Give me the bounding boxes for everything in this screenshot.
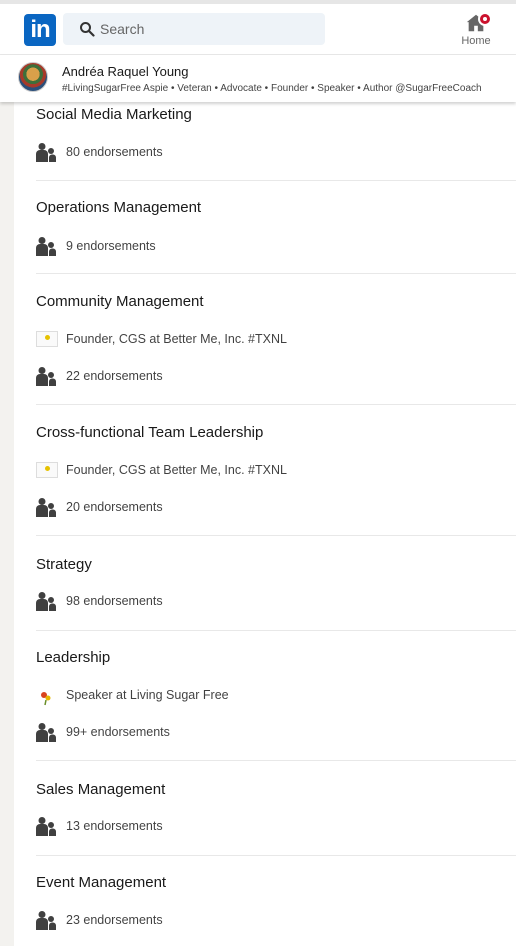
endorsement-row[interactable]: 98 endorsements xyxy=(36,591,516,613)
endorsement-count: 98 endorsements xyxy=(66,594,163,608)
search-icon xyxy=(80,22,95,37)
skill-name[interactable]: Strategy xyxy=(36,556,92,573)
divider xyxy=(36,535,516,536)
divider xyxy=(36,404,516,405)
skill-name[interactable]: Operations Management xyxy=(36,199,201,216)
people-icon xyxy=(36,723,56,742)
endorsement-row[interactable]: 20 endorsements xyxy=(36,497,516,519)
global-nav: in Search Home xyxy=(0,0,516,55)
endorsement-count: 20 endorsements xyxy=(66,500,163,514)
people-icon xyxy=(36,592,56,611)
skill-name[interactable]: Event Management xyxy=(36,874,166,891)
experience-row[interactable]: Speaker at Living Sugar Free xyxy=(36,685,516,707)
endorsement-row[interactable]: 9 endorsements xyxy=(36,236,516,258)
skill-name[interactable]: Leadership xyxy=(36,649,110,666)
skill-name[interactable]: Community Management xyxy=(36,293,204,310)
people-icon xyxy=(36,911,56,930)
avatar[interactable] xyxy=(18,62,48,92)
experience-row[interactable]: Founder, CGS at Better Me, Inc. #TXNL xyxy=(36,460,516,482)
divider xyxy=(36,760,516,761)
endorsement-row[interactable]: 80 endorsements xyxy=(36,142,516,164)
search-placeholder: Search xyxy=(100,21,145,37)
people-icon xyxy=(36,817,56,836)
divider xyxy=(36,855,516,856)
profile-name[interactable]: Andréa Raquel Young xyxy=(62,64,189,79)
endorsement-row[interactable]: 22 endorsements xyxy=(36,366,516,388)
company-logo-icon xyxy=(36,462,58,478)
endorsement-count: 23 endorsements xyxy=(66,913,163,927)
profile-headline: #LivingSugarFree Aspie • Veteran • Advoc… xyxy=(62,83,482,94)
skill-name[interactable]: Sales Management xyxy=(36,781,165,798)
endorsement-count: 9 endorsements xyxy=(66,239,156,253)
divider xyxy=(36,180,516,181)
search-input[interactable]: Search xyxy=(63,13,325,45)
endorsement-count: 80 endorsements xyxy=(66,145,163,159)
people-icon xyxy=(36,237,56,256)
notification-badge xyxy=(478,12,492,26)
company-logo-icon xyxy=(36,331,58,347)
endorsement-row[interactable]: 23 endorsements xyxy=(36,910,516,932)
company-logo-icon xyxy=(41,692,51,706)
skill-name[interactable]: Social Media Marketing xyxy=(36,106,192,123)
linkedin-logo[interactable]: in xyxy=(24,14,56,46)
experience-text: Founder, CGS at Better Me, Inc. #TXNL xyxy=(66,463,287,477)
nav-home-label: Home xyxy=(461,35,491,47)
endorsement-row[interactable]: 13 endorsements xyxy=(36,816,516,838)
divider xyxy=(36,630,516,631)
experience-text: Founder, CGS at Better Me, Inc. #TXNL xyxy=(66,332,287,346)
experience-text: Speaker at Living Sugar Free xyxy=(66,688,229,702)
profile-sticky-bar: Andréa Raquel Young #LivingSugarFree Asp… xyxy=(0,55,516,102)
endorsement-count: 22 endorsements xyxy=(66,369,163,383)
people-icon xyxy=(36,143,56,162)
people-icon xyxy=(36,498,56,517)
endorsement-count: 13 endorsements xyxy=(66,819,163,833)
nav-home[interactable]: Home xyxy=(456,12,496,54)
skill-name[interactable]: Cross-functional Team Leadership xyxy=(36,424,263,441)
people-icon xyxy=(36,367,56,386)
experience-row[interactable]: Founder, CGS at Better Me, Inc. #TXNL xyxy=(36,329,516,351)
endorsement-count: 99+ endorsements xyxy=(66,725,170,739)
endorsement-row[interactable]: 99+ endorsements xyxy=(36,722,516,744)
divider xyxy=(36,273,516,274)
skills-list: Social Media Marketing 80 endorsements O… xyxy=(14,102,516,946)
